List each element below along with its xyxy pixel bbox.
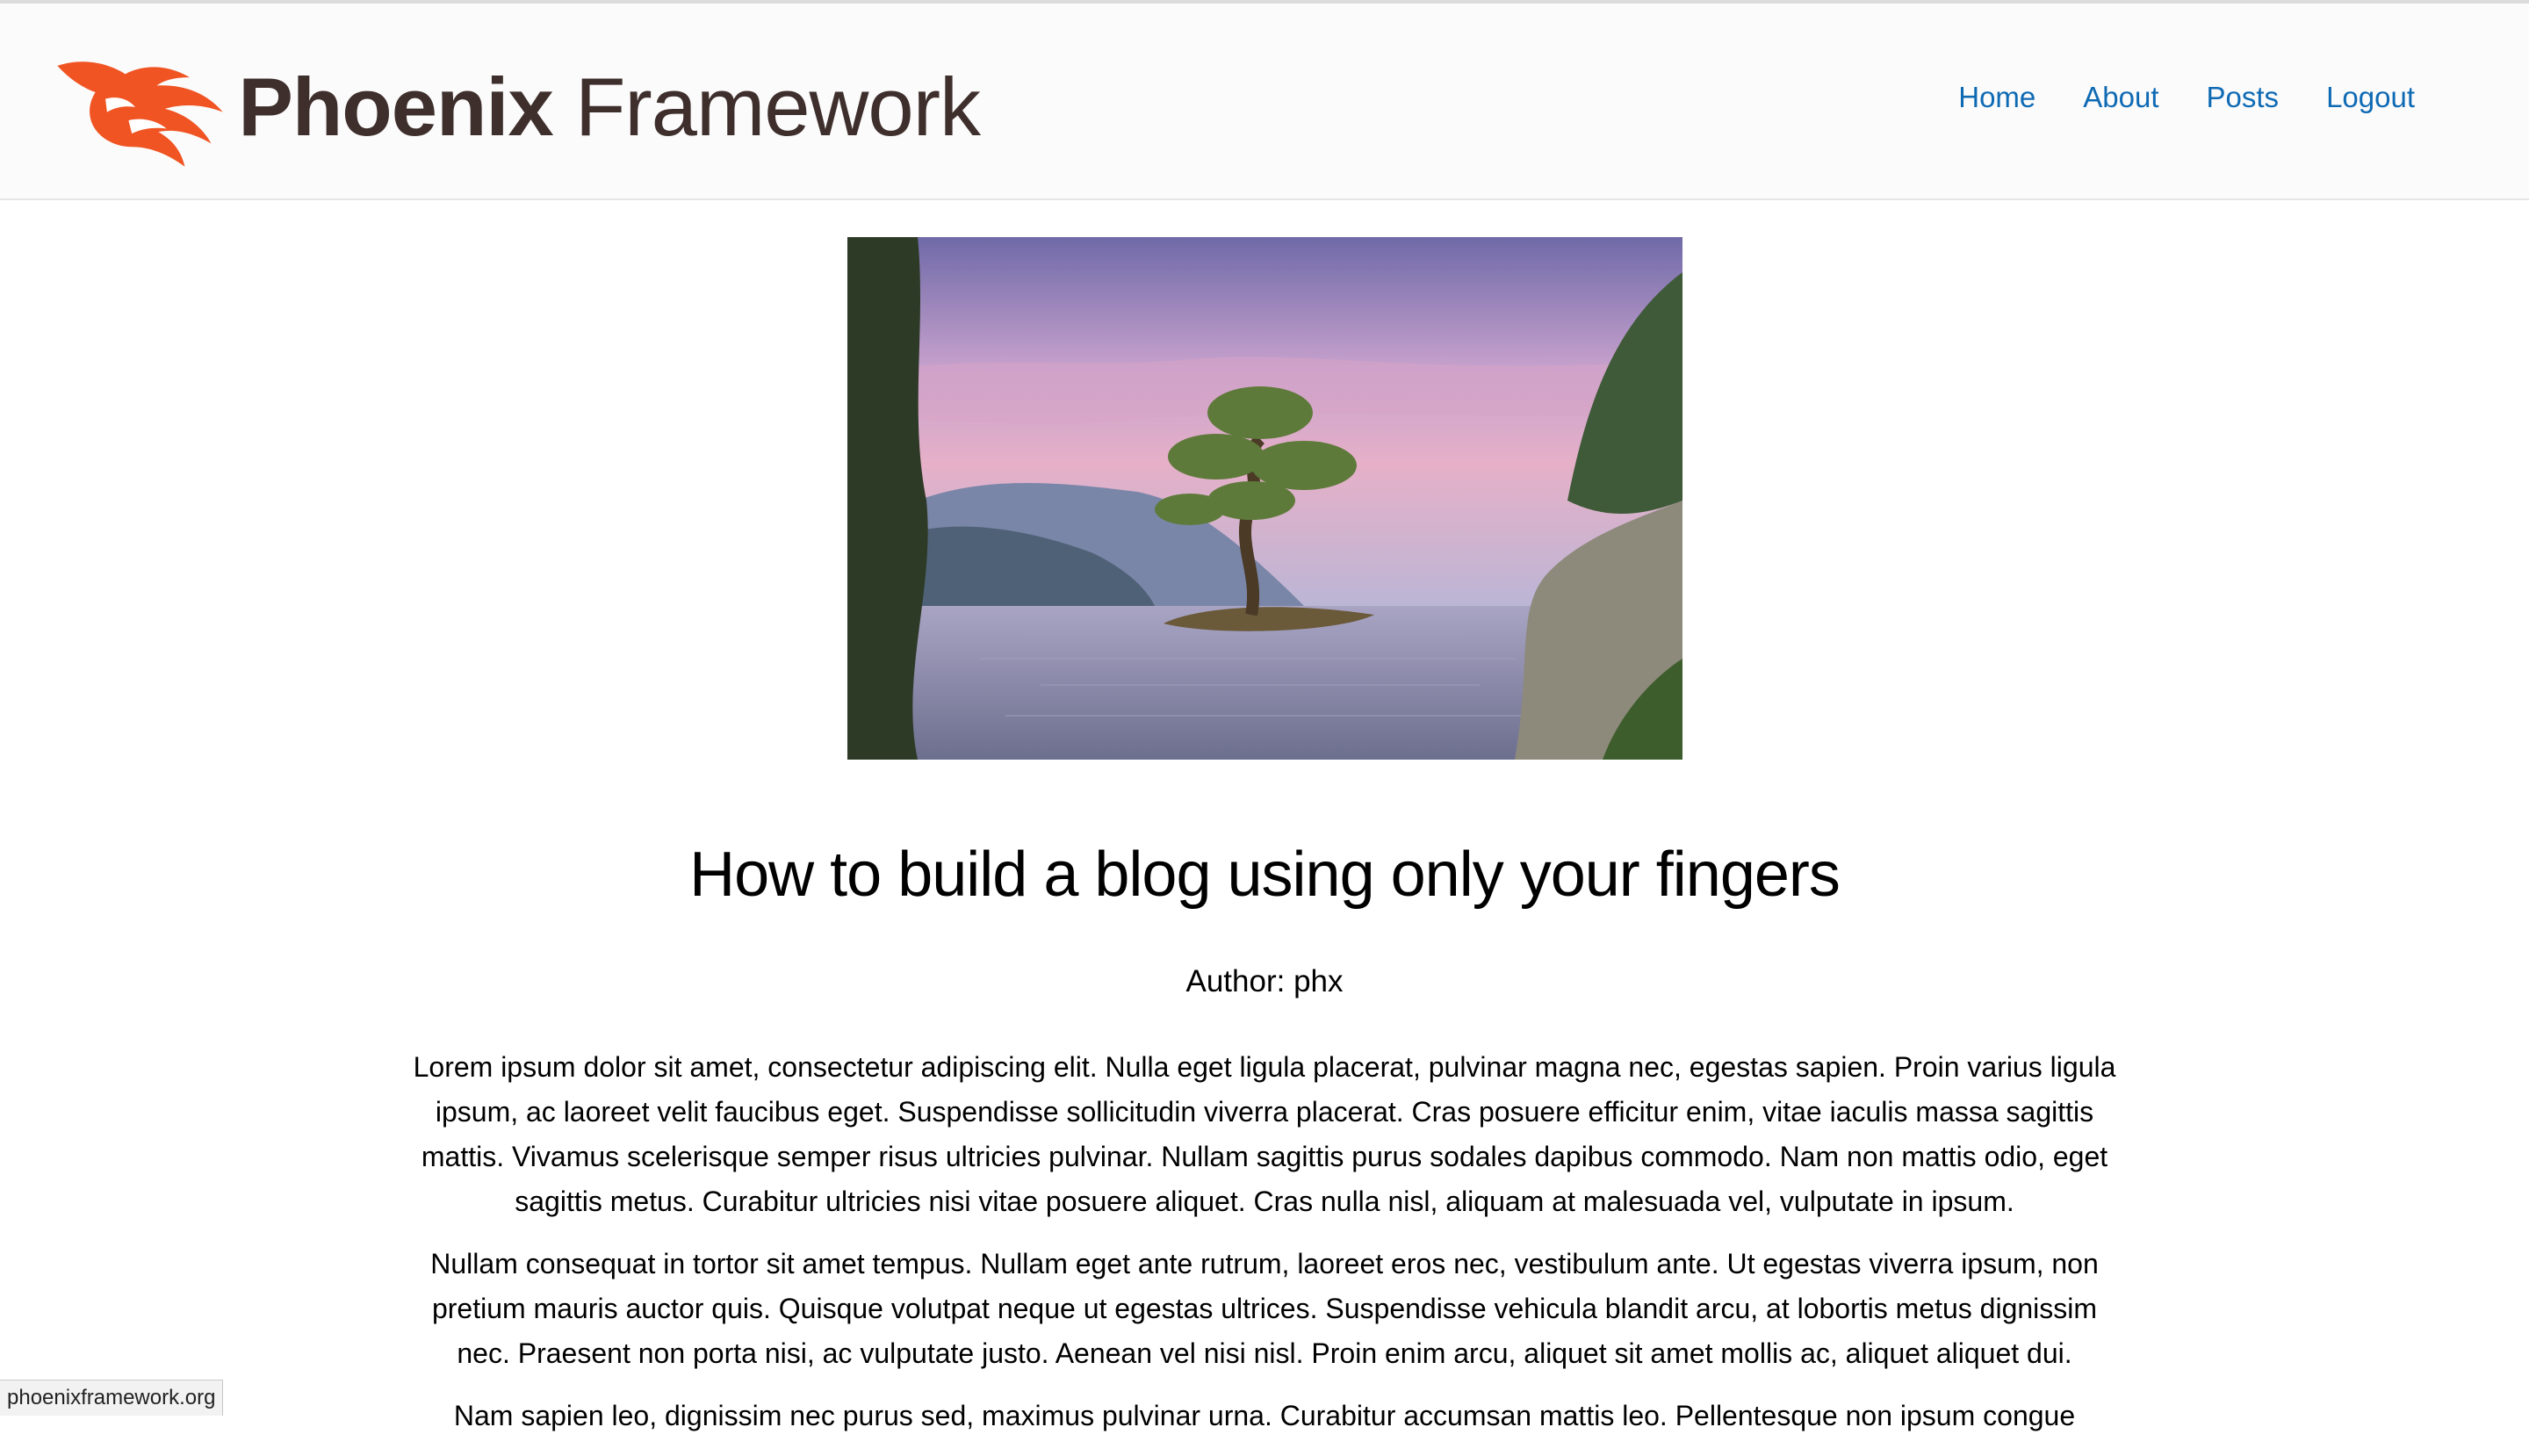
post-paragraph: Nullam consequat in tortor sit amet temp… — [413, 1242, 2116, 1376]
site-header: Phoenix Framework Home About Posts Logou… — [0, 4, 2529, 200]
post-hero-image — [847, 237, 1682, 760]
post-body: Lorem ipsum dolor sit amet, consectetur … — [413, 1045, 2116, 1456]
main-nav: Home About Posts Logout — [1958, 83, 2415, 112]
nav-link-home[interactable]: Home — [1958, 83, 2035, 112]
lake-bonsai-landscape-image — [847, 237, 1682, 760]
browser-status-url: phoenixframework.org — [0, 1380, 223, 1416]
post-paragraph: Nam sapien leo, dignissim nec purus sed,… — [413, 1394, 2116, 1438]
brand-name: Phoenix Framework — [238, 66, 980, 148]
nav-link-logout[interactable]: Logout — [2326, 83, 2415, 112]
nav-link-about[interactable]: About — [2083, 83, 2158, 112]
post-author: Author: phx — [0, 966, 2529, 997]
post-paragraph: Lorem ipsum dolor sit amet, consectetur … — [413, 1045, 2116, 1224]
phoenix-bird-icon — [49, 37, 231, 177]
brand-name-bold: Phoenix — [238, 61, 553, 153]
post-title: How to build a blog using only your fing… — [0, 843, 2529, 906]
phoenix-logo-link[interactable]: Phoenix Framework — [49, 37, 980, 177]
nav-link-posts[interactable]: Posts — [2207, 83, 2280, 112]
brand-name-light: Framework — [575, 61, 980, 153]
